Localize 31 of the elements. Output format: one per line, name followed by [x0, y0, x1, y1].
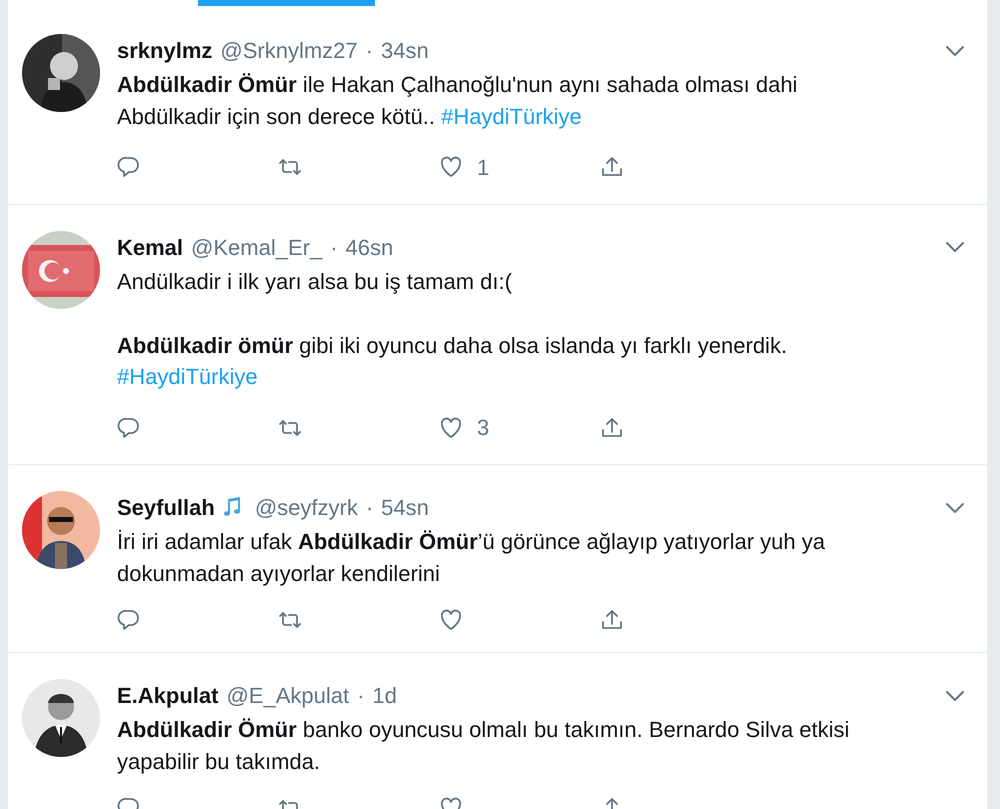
separator-dot: · — [357, 682, 364, 710]
user-handle[interactable]: @E_Akpulat — [226, 679, 350, 712]
heart-icon[interactable] — [439, 608, 463, 632]
heart-icon[interactable] — [439, 416, 463, 440]
reply-icon[interactable] — [117, 155, 141, 180]
tweet-text: İri iri adamlar ufak Abdülkadir Ömür’ü görünce ağlayıp yatıyorlar yuh ya dokunmadan ayıyorlar kendilerini — [117, 528, 826, 588]
heart-icon[interactable] — [439, 155, 463, 180]
like-count: 1 — [477, 154, 490, 182]
tweet-text: Abdülkadir Ömür banko oyuncusu olmalı bu takımın. Bernardo Silva etkisi yapabilir bu takımda. — [117, 716, 850, 776]
reply-icon[interactable] — [117, 608, 141, 632]
tweet-time[interactable]: 54sn — [381, 491, 429, 524]
hashtag-link[interactable]: #HaydiTürkiye — [117, 364, 258, 390]
reply-icon[interactable] — [117, 416, 141, 440]
tweet-text: Abdülkadir Ömür ile Hakan Çalhanoğlu'nun aynı sahada olması dahi Abdülkadir için son derece kötü.. #HaydiTürkiye — [117, 71, 798, 131]
separator-dot: · — [330, 234, 338, 262]
tweet-time[interactable]: 34sn — [380, 34, 429, 67]
tweet-time[interactable]: 46sn — [346, 230, 394, 264]
user-name[interactable]: E.Akpulat — [117, 679, 218, 712]
user-name[interactable]: Kemal — [117, 230, 184, 264]
tweet-text: Andülkadir i ilk yarı alsa bu iş tamam dı:( Abdülkadir ömür gibi iki oyuncu daha olsa islanda yı farklı yenerdik. #HaydiTürkiye — [117, 268, 788, 392]
like-count: 3 — [477, 414, 490, 442]
hashtag-link[interactable]: #HaydiTürkiye — [441, 104, 582, 129]
user-handle[interactable]: @Kemal_Er_ — [191, 230, 322, 264]
separator-dot: · — [366, 494, 374, 522]
user-handle[interactable]: @Srknylmz27 — [220, 34, 358, 67]
user-handle[interactable]: @seyfzyrk — [254, 491, 358, 524]
user-name[interactable]: Seyfullah — [117, 491, 215, 524]
separator-dot: · — [366, 37, 373, 65]
share-icon[interactable] — [600, 416, 624, 440]
tweet-time[interactable]: 1d — [372, 679, 397, 712]
user-name[interactable]: srknylmz — [117, 34, 212, 67]
